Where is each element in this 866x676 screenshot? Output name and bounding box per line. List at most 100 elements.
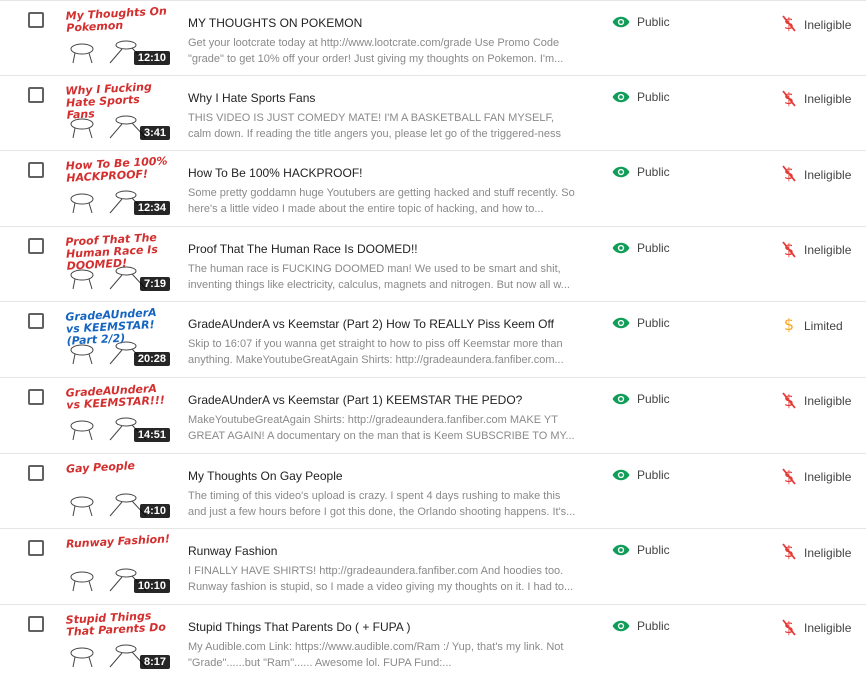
- video-row[interactable]: GradeAUnderA vs KEEMSTAR! (Part 2/2) 20:…: [0, 302, 866, 378]
- video-title[interactable]: Why I Hate Sports Fans: [188, 91, 315, 105]
- visibility-label: Public: [637, 240, 670, 255]
- select-checkbox[interactable]: [28, 540, 44, 557]
- monetization-label: Ineligible: [804, 545, 852, 560]
- duration-badge: 12:10: [133, 51, 170, 65]
- duration-badge: 12:34: [133, 201, 170, 216]
- video-row[interactable]: Why I Fucking Hate Sports Fans 3:41 Why …: [0, 76, 866, 152]
- visibility-label: Public: [637, 165, 670, 180]
- visibility-status[interactable]: Public: [612, 543, 670, 557]
- visibility-status[interactable]: Public: [612, 468, 670, 482]
- visibility-label: Public: [637, 316, 670, 331]
- video-thumbnail[interactable]: GradeAUnderA vs KEEMSTAR!!! 14:51: [62, 381, 172, 444]
- video-thumbnail[interactable]: GradeAUnderA vs KEEMSTAR! (Part 2/2) 20:…: [62, 306, 172, 369]
- video-row[interactable]: Gay People 4:10 My Thoughts On Gay Peopl…: [0, 454, 866, 530]
- thumbnail-text: Proof That The Human Race Is DOOMED!: [65, 230, 159, 273]
- select-checkbox[interactable]: [28, 313, 44, 330]
- video-thumbnail[interactable]: My Thoughts On Pokemon 12:10: [62, 5, 172, 67]
- dollar-off-icon: $: [782, 618, 796, 637]
- video-row[interactable]: GradeAUnderA vs KEEMSTAR!!! 14:51 GradeA…: [0, 378, 866, 454]
- video-row[interactable]: Stupid Things That Parents Do 8:17 Stupi…: [0, 605, 866, 676]
- eye-icon: [612, 16, 630, 28]
- monetization-status[interactable]: $ Ineligible: [782, 164, 851, 185]
- video-title[interactable]: How To Be 100% HACKPROOF!: [188, 166, 363, 180]
- visibility-label: Public: [637, 89, 670, 104]
- video-thumbnail[interactable]: Runway Fashion! 10:10: [62, 533, 172, 596]
- monetization-label: Ineligible: [804, 167, 852, 182]
- visibility-status[interactable]: Public: [612, 165, 670, 179]
- visibility-label: Public: [637, 15, 670, 29]
- select-checkbox[interactable]: [28, 162, 44, 179]
- monetization-status[interactable]: $ Ineligible: [782, 240, 851, 261]
- eye-icon: [612, 620, 630, 631]
- visibility-label: Public: [637, 618, 670, 633]
- video-description: I FINALLY HAVE SHIRTS! http://gradeaunde…: [188, 565, 574, 594]
- dollar-off-icon: $: [782, 467, 796, 486]
- monetization-status[interactable]: $ Ineligible: [782, 542, 851, 563]
- video-description: The human race is FUCKING DOOMED man! We…: [188, 262, 570, 291]
- dollar-icon: $: [784, 315, 794, 334]
- visibility-status[interactable]: Public: [612, 619, 670, 633]
- video-title[interactable]: MY THOUGHTS ON POKEMON: [188, 16, 362, 30]
- monetization-label: Ineligible: [804, 470, 852, 485]
- eye-icon: [612, 318, 630, 329]
- select-checkbox[interactable]: [28, 615, 44, 632]
- video-title[interactable]: GradeAUnderA vs Keemstar (Part 1) KEEMST…: [188, 393, 522, 407]
- eye-icon: [612, 242, 630, 254]
- duration-badge: 20:28: [133, 352, 170, 367]
- visibility-label: Public: [637, 391, 670, 406]
- monetization-label: Ineligible: [804, 17, 852, 32]
- video-description: THIS VIDEO IS JUST COMEDY MATE! I'M A BA…: [188, 111, 561, 140]
- thumbnail-text: GradeAUnderA vs KEEMSTAR! (Part 2/2): [65, 306, 157, 349]
- video-thumbnail[interactable]: Proof That The Human Race Is DOOMED! 7:1…: [62, 230, 172, 293]
- select-checkbox[interactable]: [28, 464, 44, 481]
- select-checkbox[interactable]: [28, 388, 44, 405]
- monetization-status[interactable]: $ Ineligible: [782, 89, 851, 110]
- video-thumbnail[interactable]: Gay People 4:10: [62, 457, 172, 520]
- video-description: My Audible.com Link: https://www.audible…: [188, 640, 564, 669]
- eye-icon: [612, 393, 630, 405]
- visibility-status[interactable]: Public: [612, 241, 670, 255]
- monetization-label: Ineligible: [804, 92, 852, 107]
- video-list: My Thoughts On Pokemon 12:10 MY THOUGHTS…: [0, 0, 866, 676]
- duration-badge: 14:51: [133, 427, 170, 442]
- visibility-status[interactable]: Public: [612, 392, 670, 406]
- dollar-off-icon: $: [782, 391, 796, 410]
- select-checkbox[interactable]: [28, 86, 44, 103]
- select-checkbox[interactable]: [28, 237, 44, 254]
- video-title[interactable]: Proof That The Human Race Is DOOMED!!: [188, 242, 418, 256]
- video-thumbnail[interactable]: Stupid Things That Parents Do 8:17: [62, 608, 172, 671]
- visibility-status[interactable]: Public: [612, 90, 670, 104]
- video-description: The timing of this video's upload is cra…: [188, 489, 576, 518]
- monetization-label: Ineligible: [804, 243, 852, 258]
- eye-icon: [612, 469, 630, 480]
- video-row[interactable]: My Thoughts On Pokemon 12:10 MY THOUGHTS…: [0, 0, 866, 76]
- video-row[interactable]: Runway Fashion! 10:10 Runway Fashion I F…: [0, 529, 866, 605]
- monetization-status[interactable]: $ Limited: [782, 315, 843, 336]
- dollar-off-icon: $: [782, 542, 796, 561]
- monetization-status[interactable]: $ Ineligible: [782, 14, 851, 35]
- video-thumbnail[interactable]: Why I Fucking Hate Sports Fans 3:41: [62, 79, 172, 142]
- visibility-status[interactable]: Public: [612, 316, 670, 330]
- visibility-label: Public: [637, 467, 670, 482]
- visibility-status[interactable]: Public: [612, 15, 670, 29]
- svg-text:$: $: [784, 315, 794, 333]
- video-description: Skip to 16:07 if you wanna get straight …: [188, 338, 564, 367]
- video-row[interactable]: Proof That The Human Race Is DOOMED! 7:1…: [0, 227, 866, 303]
- duration-badge: 8:17: [139, 654, 170, 669]
- select-checkbox[interactable]: [28, 12, 44, 28]
- monetization-label: Ineligible: [804, 394, 852, 409]
- eye-icon: [612, 544, 630, 556]
- video-title[interactable]: My Thoughts On Gay People: [188, 469, 343, 483]
- dollar-off-icon: $: [782, 164, 796, 183]
- monetization-label: Limited: [804, 318, 843, 333]
- video-row[interactable]: How To Be 100% HACKPROOF! 12:34 How To B…: [0, 151, 866, 227]
- video-thumbnail[interactable]: How To Be 100% HACKPROOF! 12:34: [62, 155, 172, 218]
- monetization-status[interactable]: $ Ineligible: [782, 618, 851, 639]
- monetization-status[interactable]: $ Ineligible: [782, 391, 851, 412]
- video-title[interactable]: Stupid Things That Parents Do ( + FUPA ): [188, 620, 410, 634]
- video-title[interactable]: Runway Fashion: [188, 544, 277, 558]
- video-title[interactable]: GradeAUnderA vs Keemstar (Part 2) How To…: [188, 317, 554, 331]
- visibility-label: Public: [637, 543, 670, 558]
- monetization-status[interactable]: $ Ineligible: [782, 467, 851, 488]
- monetization-label: Ineligible: [804, 621, 852, 636]
